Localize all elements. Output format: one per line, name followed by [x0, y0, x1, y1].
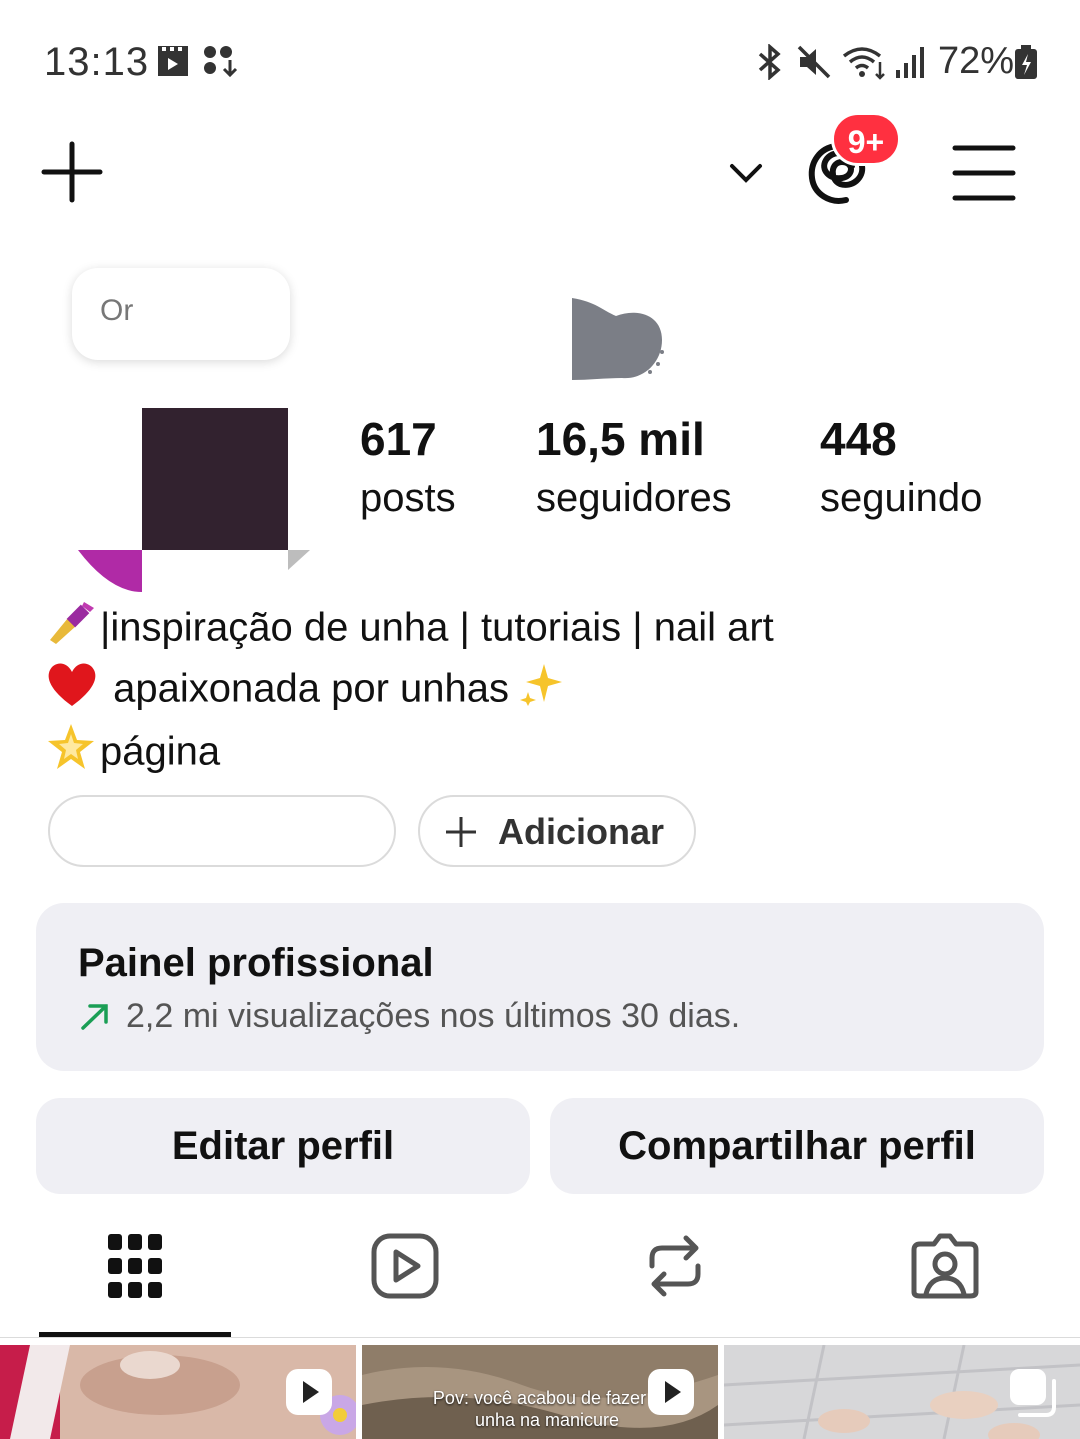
tab-reposts[interactable]: [540, 1210, 810, 1336]
avatar[interactable]: [30, 330, 320, 610]
edit-profile-button[interactable]: Editar perfil: [36, 1098, 530, 1194]
professional-dashboard[interactable]: Painel profissional 2,2 mi visualizações…: [36, 903, 1044, 1071]
sparkles-icon: [520, 662, 564, 720]
grid-icon: [108, 1234, 162, 1298]
profile-tabs: [0, 1210, 1080, 1340]
add-button[interactable]: Adicionar: [418, 795, 696, 867]
grid-post[interactable]: Pov: você acabou de fazer a unha na mani…: [362, 1345, 718, 1439]
bio-line: |inspiração de unha | tutoriais | nail a…: [46, 600, 1046, 660]
note-text: Or: [100, 294, 134, 327]
wifi-icon: [842, 44, 888, 85]
add-button-label: Adicionar: [498, 811, 665, 852]
story-blob-icon: [566, 296, 668, 389]
stat-label: seguidores: [536, 476, 732, 520]
notification-badge: 9+: [831, 112, 901, 166]
grid-post[interactable]: [0, 1345, 356, 1439]
download-icon: [202, 44, 238, 83]
tab-tagged[interactable]: [810, 1210, 1080, 1336]
bluetooth-icon: [754, 43, 786, 85]
media-icon: [156, 44, 190, 83]
bio-line: página: [46, 722, 1046, 786]
stat-posts[interactable]: 617 posts: [360, 412, 456, 521]
signal-icon: [894, 44, 928, 85]
stat-label: posts: [360, 476, 456, 520]
profile-note-bubble[interactable]: Or: [72, 268, 290, 360]
star-icon: [46, 722, 96, 786]
status-bar: 13:13 72%: [0, 0, 1080, 120]
stat-following[interactable]: 448 seguindo: [820, 412, 982, 521]
share-profile-button[interactable]: Compartilhar perfil: [550, 1098, 1044, 1194]
nail-polish-icon: [46, 600, 96, 660]
battery-icon: [1014, 44, 1038, 85]
chevron-down-icon[interactable]: [728, 160, 764, 191]
top-app-bar: [0, 120, 1080, 230]
stat-label: seguindo: [820, 476, 983, 520]
carousel-icon: [1008, 1367, 1060, 1424]
dashboard-subtitle: 2,2 mi visualizações nos últimos 30 dias…: [126, 997, 741, 1035]
reels-icon: [371, 1233, 439, 1299]
battery-percent: 72%: [938, 40, 1015, 82]
stat-followers[interactable]: 16,5 mil seguidores: [536, 412, 732, 521]
bio-line: apaixonada por unhas: [46, 660, 1046, 722]
add-icon[interactable]: [40, 140, 104, 209]
reel-icon: [646, 1367, 696, 1422]
tagged-icon: [911, 1233, 979, 1299]
mute-icon: [796, 44, 832, 85]
reel-icon: [284, 1367, 334, 1422]
heart-icon: [46, 660, 98, 722]
plus-icon: [444, 815, 478, 854]
stat-value: 617: [360, 413, 437, 465]
bio-text: |inspiração de unha | tutoriais | nail a…: [100, 605, 774, 650]
stat-value: 16,5 mil: [536, 413, 705, 465]
instagram-profile-screen: 13:13 72% 9+ Or 617 posts 16,5 mil segui…: [0, 0, 1080, 1439]
reposts-icon: [649, 1235, 701, 1297]
trend-up-icon: [80, 1003, 110, 1036]
status-time: 13:13: [44, 40, 150, 84]
bio-text: página: [100, 729, 221, 774]
bio-text: apaixonada por unhas: [113, 666, 510, 711]
stat-value: 448: [820, 413, 897, 465]
link-chip[interactable]: [48, 795, 396, 867]
bio: |inspiração de unha | tutoriais | nail a…: [46, 600, 1046, 786]
tab-reels[interactable]: [270, 1210, 540, 1336]
tab-posts[interactable]: [0, 1210, 270, 1336]
grid-post[interactable]: [724, 1345, 1080, 1439]
menu-icon[interactable]: [952, 144, 1016, 207]
dashboard-title: Painel profissional: [78, 941, 434, 985]
tabs-divider: [0, 1337, 1080, 1338]
post-caption: Pov: você acabou de fazer a unha na mani…: [432, 1388, 662, 1430]
